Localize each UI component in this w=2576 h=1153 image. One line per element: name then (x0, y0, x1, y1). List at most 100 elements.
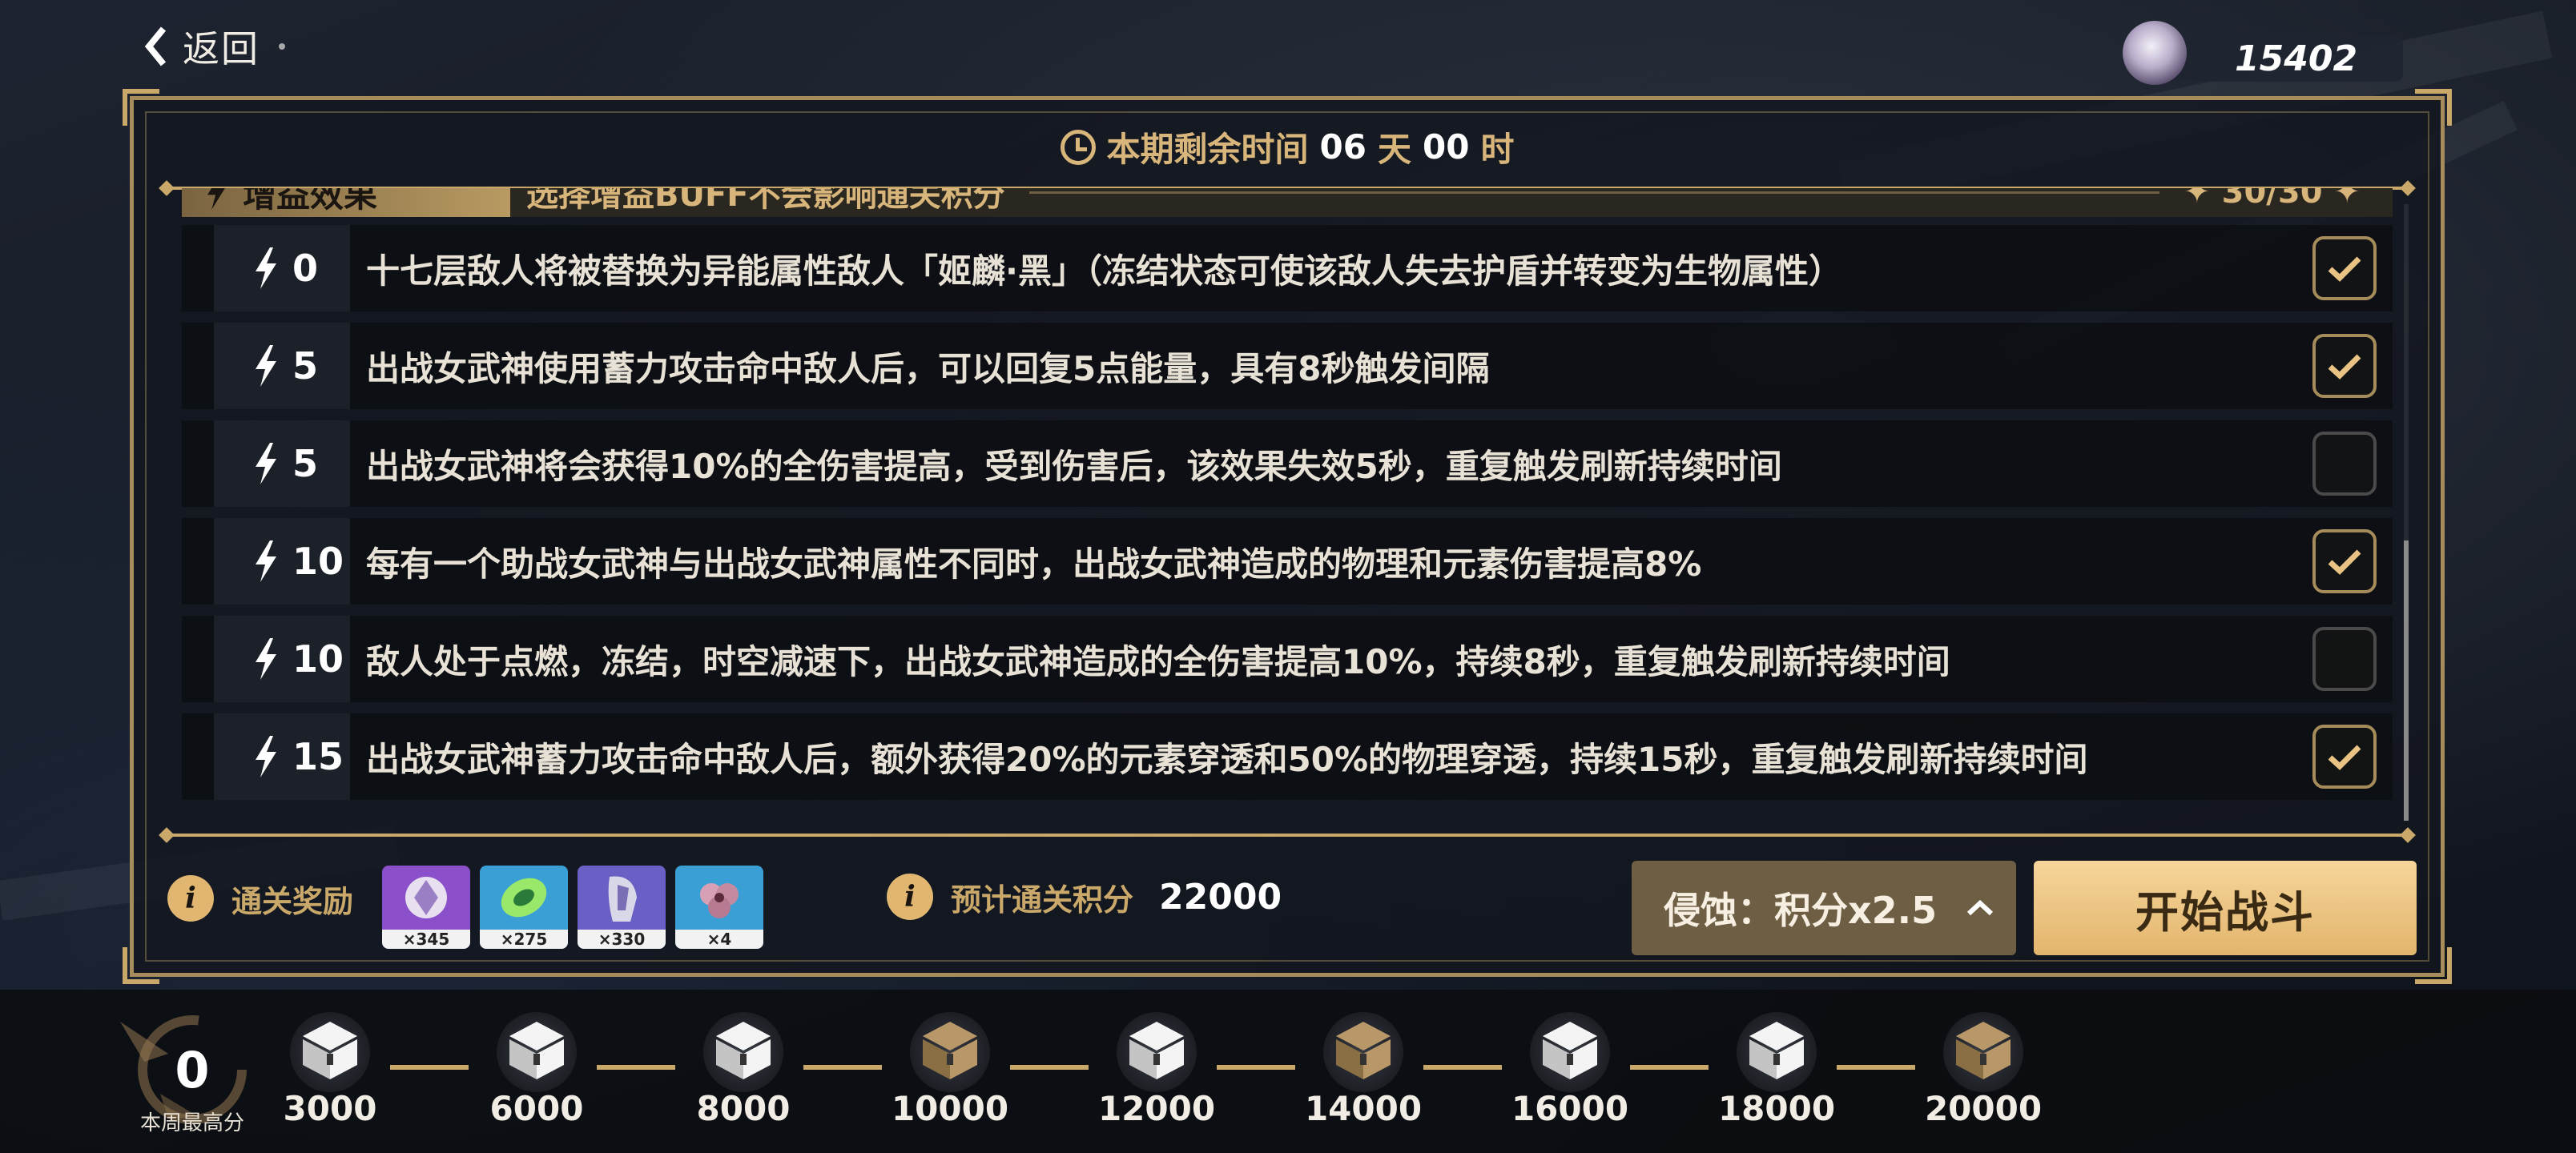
white-chest-icon (1129, 1022, 1184, 1079)
bolt-icon (256, 345, 276, 387)
buff-cost: 5 (214, 323, 350, 409)
best-score-label: 本周最高分 (139, 1111, 244, 1135)
checkmark-icon (2328, 549, 2361, 575)
panel-corner-ornament (123, 89, 159, 126)
milestone-score: 20000 (1924, 1089, 2043, 1128)
milestone-score: 18000 (1717, 1089, 1836, 1128)
info-icon[interactable]: i (167, 875, 214, 922)
reward-items: ×345 ×275 ×330 ×4 (382, 866, 763, 949)
milestone-score: 6000 (489, 1089, 584, 1128)
milestone-reward[interactable]: 14000 (1295, 1010, 1431, 1139)
milestone-score: 3000 (283, 1089, 377, 1128)
estimated-score: i 预计通关积分 22000 (887, 874, 1282, 920)
back-label: 返回 (183, 27, 260, 70)
reward-item[interactable]: ×345 (382, 866, 470, 949)
weekly-best-score: 0 本周最高分 (104, 1006, 264, 1142)
panel-corner-ornament (2415, 947, 2452, 984)
milestone-reward[interactable]: 6000 (469, 1010, 605, 1139)
buff-selection-panel: 本期剩余时间 06 天 00 时 增益效果 选择增益BUFF不会影响通关积分 ✦… (123, 89, 2452, 984)
timer-days-value: 06 (1319, 127, 1366, 167)
estimated-score-label: 预计通关积分 (951, 882, 1134, 918)
buff-checkbox[interactable] (2312, 334, 2377, 398)
back-button[interactable]: 返回 (143, 18, 285, 75)
reward-item[interactable]: ×330 (578, 866, 666, 949)
dot-divider (279, 43, 285, 50)
timer-prefix: 本期剩余时间 (1106, 130, 1309, 169)
buff-cost-value: 15 (292, 735, 344, 778)
reward-item[interactable]: ×4 (675, 866, 763, 949)
buff-header-note: 选择增益BUFF不会影响通关积分 (526, 188, 1005, 214)
header-line (1028, 191, 2160, 194)
checkmark-icon (2328, 354, 2361, 380)
buff-list[interactable]: 增益效果 选择增益BUFF不会影响通关积分 ✦ 30/30 ✦ 0 十七层敌人将被… (182, 188, 2401, 829)
gold-chest-icon (1336, 1022, 1391, 1079)
buff-points-count: ✦ 30/30 ✦ (2184, 188, 2361, 211)
scrollbar[interactable] (2404, 204, 2409, 821)
gold-chest-icon (1956, 1022, 2010, 1079)
milestone-reward[interactable]: 10000 (882, 1010, 1018, 1139)
buff-cost: 15 (214, 713, 350, 800)
reward-item[interactable]: ×275 (480, 866, 568, 949)
start-battle-button[interactable]: 开始战斗 (2034, 861, 2417, 955)
buff-checkbox[interactable] (2312, 627, 2377, 691)
milestone-reward[interactable]: 12000 (1089, 1010, 1225, 1139)
buff-header-tab: 增益效果 (182, 188, 510, 217)
timer-hours-unit: 时 (1480, 130, 1515, 169)
green-coin-icon (501, 878, 547, 918)
milestone-reward[interactable]: 16000 (1502, 1010, 1638, 1139)
progress-connector (390, 1065, 469, 1070)
scrollbar-thumb[interactable] (2404, 540, 2409, 821)
buff-row[interactable]: 15 出战女武神蓄力攻击命中敌人后，额外获得20%的元素穿透和50%的物理穿透，持… (182, 713, 2393, 800)
progress-connector (1630, 1065, 1709, 1070)
buff-cost-value: 10 (292, 637, 344, 681)
buff-row[interactable]: 0 十七层敌人将被替换为异能属性敌人「姬麟·黑」（冻结状态可使该敌人失去护盾并转变… (182, 225, 2393, 311)
milestone-reward[interactable]: 3000 (262, 1010, 398, 1139)
timer-hours-value: 00 (1423, 127, 1470, 167)
erosion-multiplier-button[interactable]: 侵蚀：积分x2.5 (1632, 861, 2016, 955)
white-chest-icon (1543, 1022, 1597, 1079)
reward-quantity: ×345 (382, 930, 470, 949)
milestone-score: 12000 (1097, 1089, 1216, 1128)
sakura-flower-icon (700, 883, 739, 918)
info-icon[interactable]: i (887, 874, 933, 920)
buff-row[interactable]: 5 出战女武神使用蓄力攻击命中敌人后，可以回复5点能量，具有8秒触发间隔 (182, 323, 2393, 409)
bottom-divider (169, 834, 2405, 837)
milestone-score: 14000 (1304, 1089, 1423, 1128)
buff-checkbox[interactable] (2312, 432, 2377, 496)
bolt-icon (256, 638, 276, 680)
estimated-score-value: 22000 (1159, 876, 1282, 918)
chevron-left-icon (144, 26, 167, 66)
buff-row[interactable]: 10 敌人处于点燃，冻结，时空减速下，出战女武神造成的全伤害提高10%，持续8秒，… (182, 616, 2393, 702)
milestone-reward[interactable]: 20000 (1915, 1010, 2051, 1139)
buff-checkbox[interactable] (2312, 725, 2377, 789)
buff-description: 十七层敌人将被替换为异能属性敌人「姬麟·黑」（冻结状态可使该敌人失去护盾并转变为… (366, 251, 1842, 291)
white-chest-icon (716, 1022, 771, 1079)
currency-crystal-icon (2123, 21, 2187, 85)
buff-row[interactable]: 5 出战女武神将会获得10%的全伤害提高，受到伤害后，该效果失效5秒，重复触发刷新… (182, 420, 2393, 507)
progress-connector (1837, 1065, 1915, 1070)
bolt-icon (256, 443, 276, 484)
buff-cost: 5 (214, 420, 350, 507)
progress-connector (1423, 1065, 1502, 1070)
rewards-label-text: 通关奖励 (231, 883, 354, 919)
progress-connector (597, 1065, 675, 1070)
currency-display: 15402 (2123, 21, 2411, 85)
buff-cost-value: 5 (292, 344, 319, 388)
buff-checkbox[interactable] (2312, 236, 2377, 300)
crystal-badge-icon (405, 877, 447, 918)
best-score-value: 0 (175, 1041, 210, 1099)
reward-quantity: ×330 (578, 930, 666, 949)
buff-checkbox[interactable] (2312, 529, 2377, 593)
remaining-time: 本期剩余时间 06 天 00 时 (134, 123, 2441, 171)
buff-description: 出战女武神将会获得10%的全伤害提高，受到伤害后，该效果失效5秒，重复触发刷新持… (366, 446, 1782, 486)
milestone-reward[interactable]: 18000 (1709, 1010, 1845, 1139)
reward-quantity: ×275 (480, 930, 568, 949)
milestone-reward[interactable]: 8000 (675, 1010, 811, 1139)
white-chest-icon (1749, 1022, 1804, 1079)
buff-cost-value: 0 (292, 247, 319, 290)
checkmark-icon (2328, 745, 2361, 770)
bolt-icon (256, 247, 276, 289)
bolt-icon (207, 188, 225, 210)
bolt-icon (256, 736, 276, 777)
buff-row[interactable]: 10 每有一个助战女武神与出战女武神属性不同时，出战女武神造成的物理和元素伤害提高… (182, 518, 2393, 605)
